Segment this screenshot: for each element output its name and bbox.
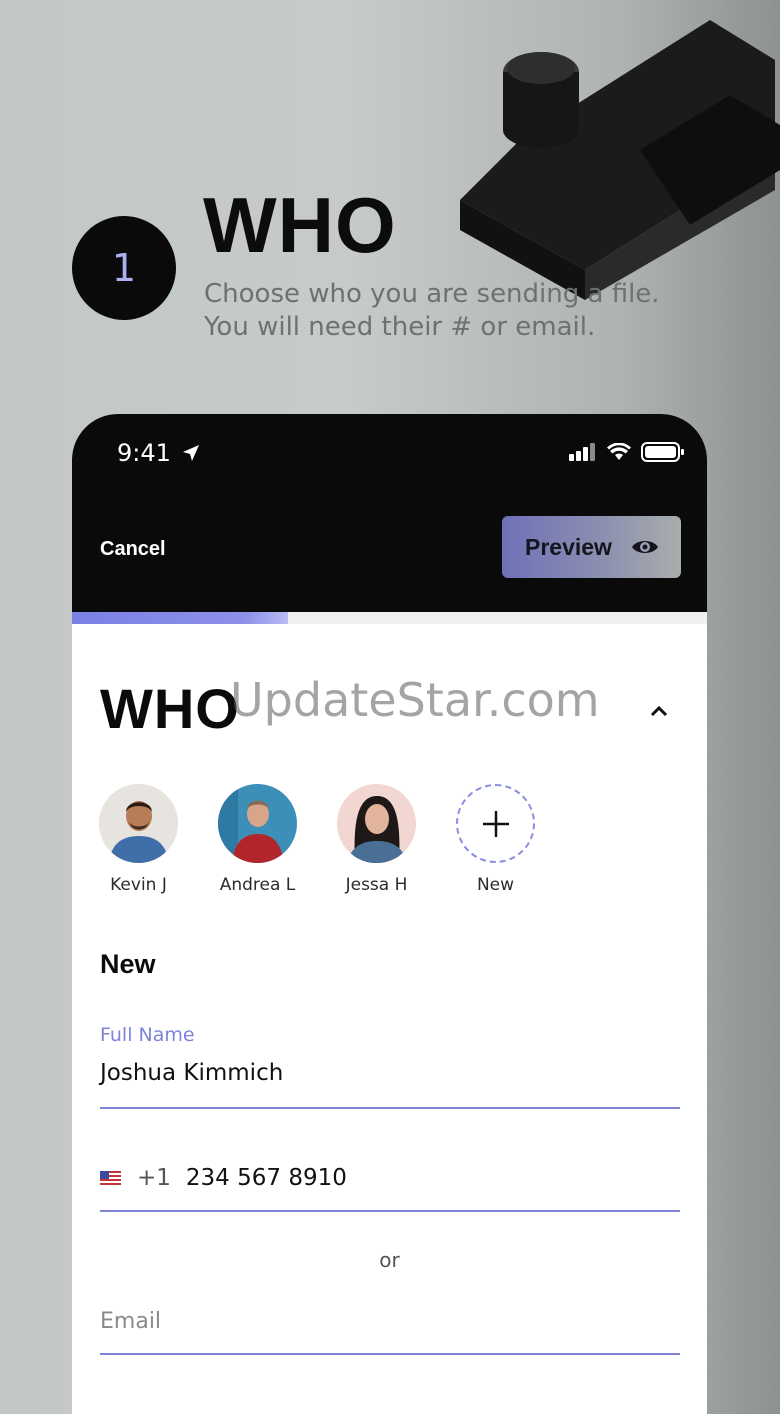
chevron-up-icon[interactable]: [649, 704, 669, 718]
hero-subtitle: Choose who you are sending a file. You w…: [204, 278, 724, 344]
eye-icon: [632, 541, 658, 553]
avatar: [99, 784, 178, 863]
add-new-circle: [456, 784, 535, 863]
add-new-contact-button[interactable]: New: [456, 784, 535, 895]
location-arrow-icon: [183, 445, 199, 461]
us-flag-icon[interactable]: [100, 1171, 121, 1185]
phone-field[interactable]: +1 234 567 8910: [100, 1165, 680, 1215]
hero-title: WHO: [203, 181, 397, 269]
contact-name: Kevin J: [110, 875, 167, 895]
progress-bar: [72, 612, 707, 624]
preview-button[interactable]: Preview: [502, 516, 681, 578]
contact-name: New: [476, 875, 515, 895]
progress-fill: [72, 612, 288, 624]
status-time: 9:41: [117, 439, 171, 467]
contact-jessa[interactable]: Jessa H: [337, 784, 416, 895]
contact-andrea[interactable]: Andrea L: [218, 784, 297, 895]
cancel-button[interactable]: Cancel: [100, 538, 166, 561]
form-heading: New: [100, 949, 156, 979]
step-number-badge: 1: [72, 216, 176, 320]
avatar: [218, 784, 297, 863]
field-underline: [100, 1353, 680, 1355]
full-name-label: Full Name: [100, 1024, 195, 1046]
watermark: UpdateStar.com: [230, 673, 600, 727]
full-name-field[interactable]: Full Name Joshua Kimmich: [100, 1024, 680, 1110]
top-bar: 9:41 Cancel Preview: [72, 414, 707, 612]
wifi-icon: [607, 443, 631, 460]
field-underline: [100, 1210, 680, 1212]
field-underline: [100, 1107, 680, 1109]
avatar: [337, 784, 416, 863]
contacts-row: Kevin J Andrea L Jessa H New: [99, 784, 535, 895]
plus-icon: [482, 810, 509, 837]
decorative-3d-shape: [460, 20, 780, 300]
preview-button-label: Preview: [525, 533, 612, 560]
phone-value[interactable]: 234 567 8910: [186, 1165, 347, 1191]
step-number: 1: [111, 246, 137, 290]
or-divider: or: [379, 1248, 400, 1272]
hero-subtitle-line-1: Choose who you are sending a file.: [204, 279, 660, 309]
battery-icon: [641, 442, 684, 462]
hero-subtitle-line-2: You will need their # or email.: [204, 312, 596, 342]
section-title: WHO: [100, 677, 240, 740]
country-code[interactable]: +1: [137, 1165, 171, 1191]
contact-name: Andrea L: [219, 875, 296, 895]
phone-screen: 9:41 Cancel Preview WHO UpdateStar.com K…: [72, 414, 707, 1414]
email-field[interactable]: Email: [100, 1309, 680, 1359]
full-name-value[interactable]: Joshua Kimmich: [100, 1060, 680, 1086]
contact-name: Jessa H: [345, 875, 408, 895]
contact-kevin[interactable]: Kevin J: [99, 784, 178, 895]
cellular-signal-icon: [569, 443, 595, 461]
email-placeholder: Email: [100, 1309, 162, 1334]
